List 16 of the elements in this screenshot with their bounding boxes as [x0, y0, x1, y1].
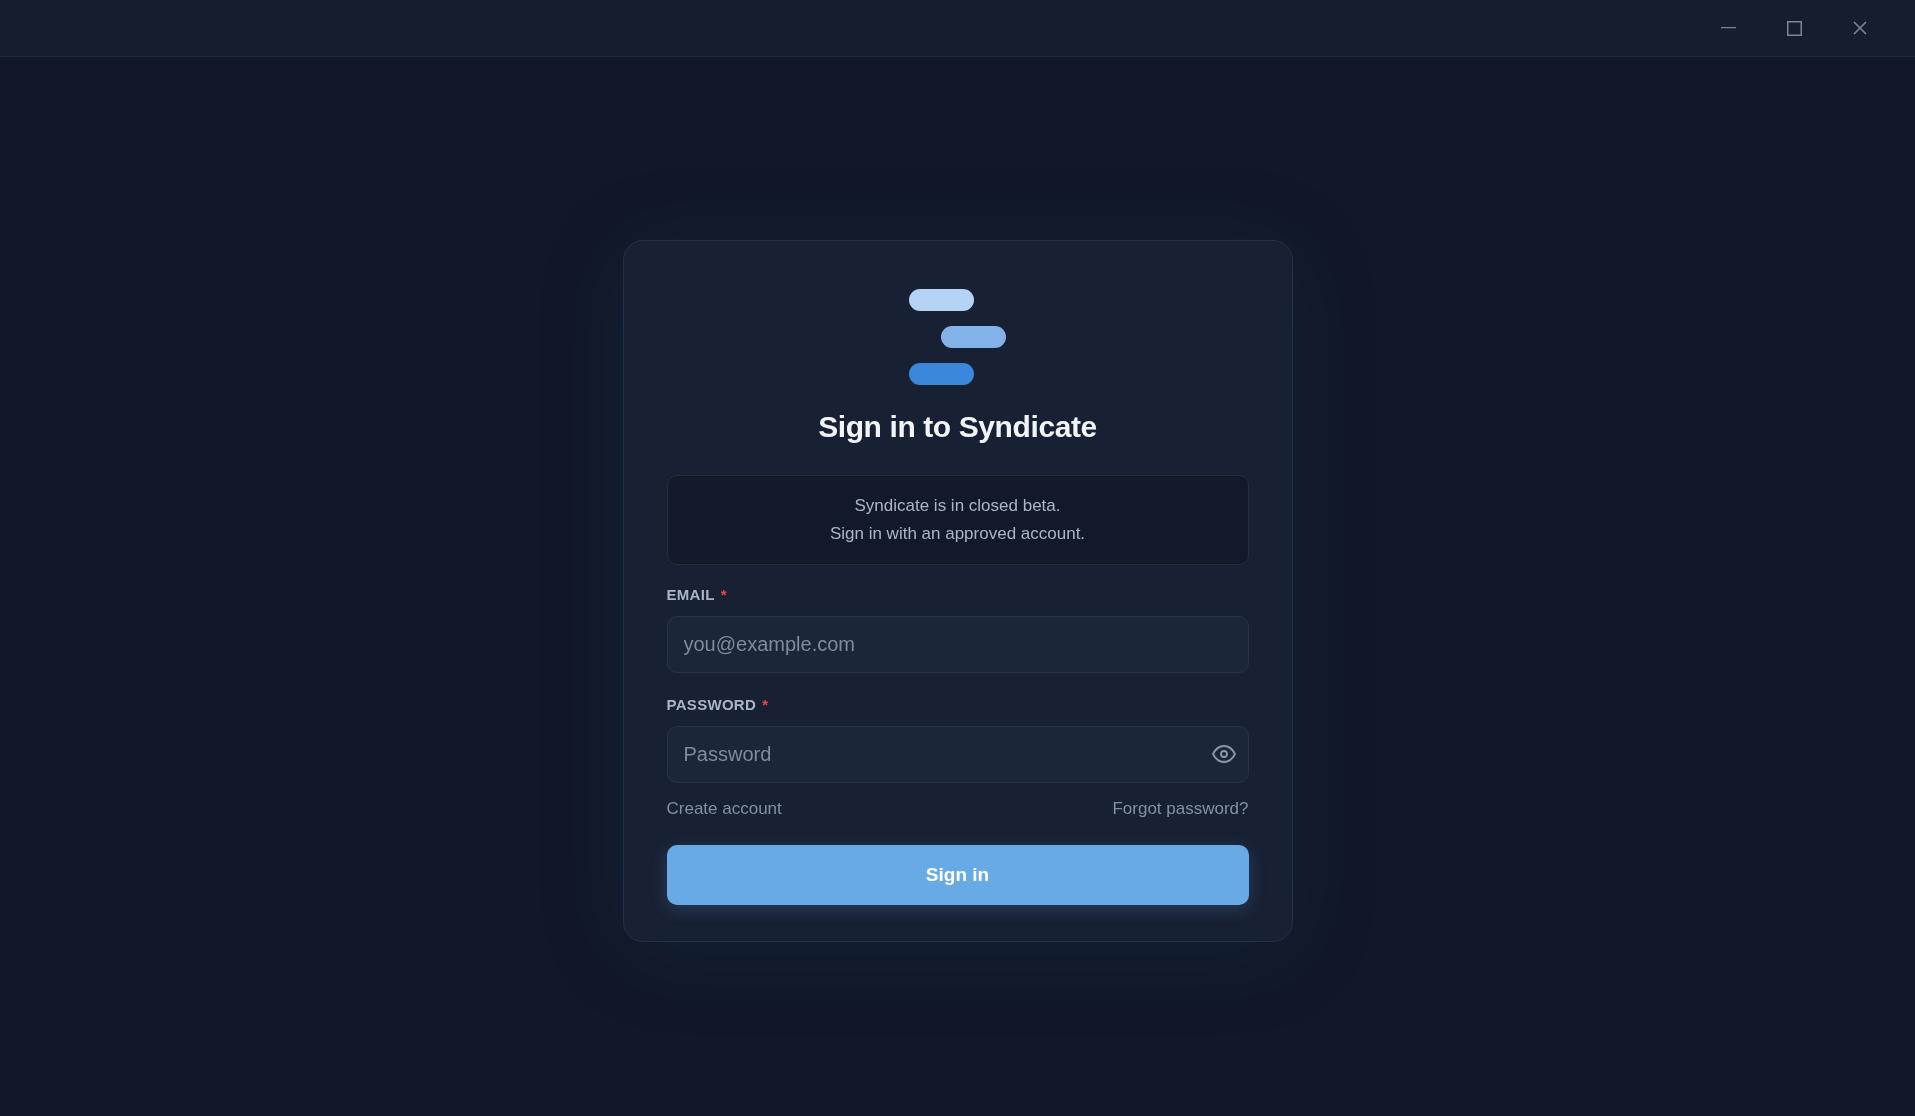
field-label: EMAIL	[666, 584, 715, 605]
notice-text: Sign in with an approved account.	[829, 522, 1086, 545]
notice-text: Syndicate is in closed beta.	[854, 494, 1061, 517]
required-mark: *	[720, 584, 727, 605]
minimize-icon	[1720, 27, 1736, 29]
required-mark: *	[762, 694, 768, 715]
close-icon	[1853, 21, 1867, 35]
maximize-icon	[1786, 20, 1802, 36]
text-link[interactable]: Forgot password?	[1112, 796, 1249, 821]
password-field[interactable]: Password	[666, 725, 1249, 783]
sign-in-title: Sign in to Syndicate	[818, 408, 1097, 445]
text-link[interactable]: Create account	[666, 796, 782, 821]
logo-icon	[909, 288, 1006, 385]
email-field[interactable]: you@example.com	[666, 615, 1249, 673]
field-label: PASSWORD	[666, 694, 757, 715]
eye-icon	[1211, 745, 1236, 763]
